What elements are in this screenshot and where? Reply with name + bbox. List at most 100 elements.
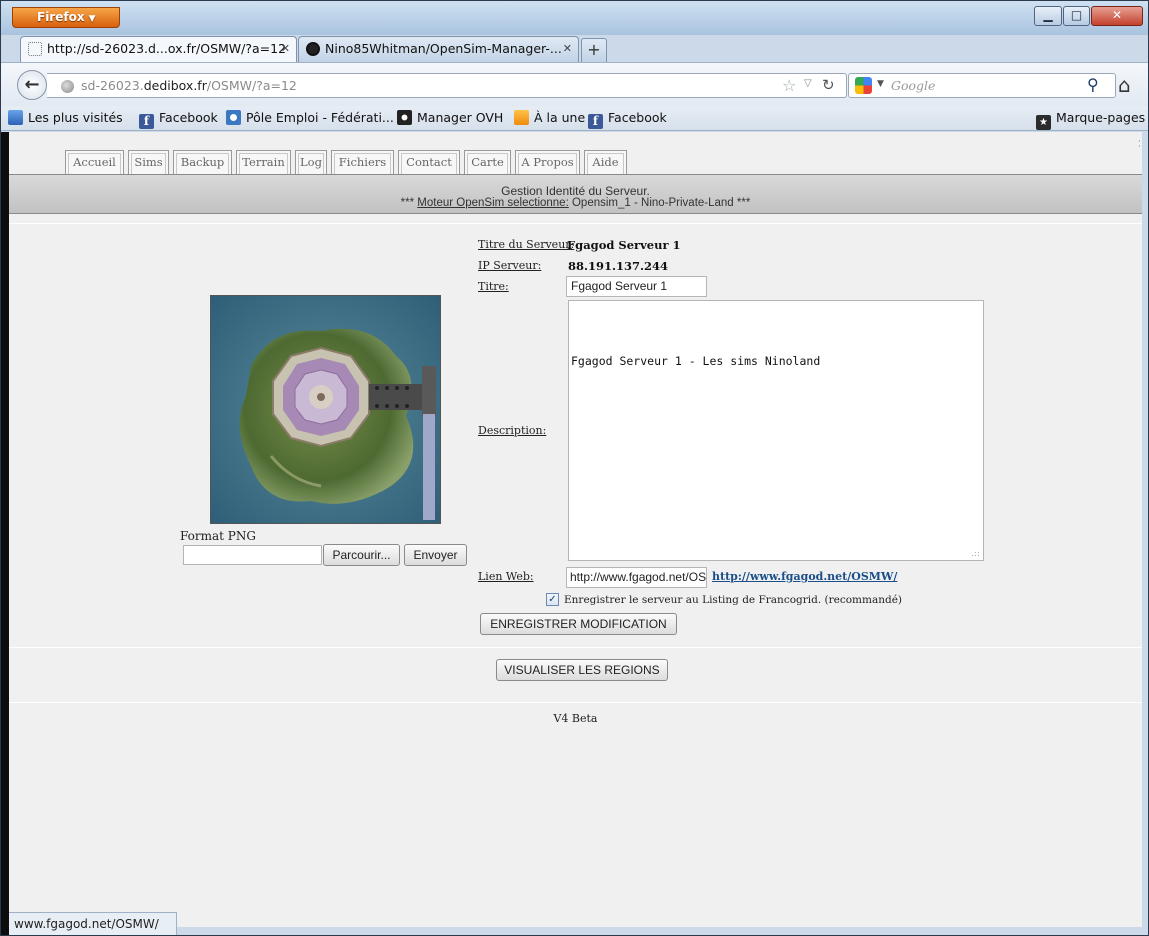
titre-label: Titre: xyxy=(478,280,509,293)
close-window-button[interactable]: ✕ xyxy=(1091,6,1143,26)
tab-github[interactable]: Nino85Whitman/OpenSim-Manager-... ✕ xyxy=(298,36,579,62)
selected-engine: *** Moteur OpenSim selectionne: Opensim_… xyxy=(9,197,1142,209)
menu-tab-contact[interactable]: Contact xyxy=(398,150,460,175)
engine-value: Opensim_1 - Nino-Private-Land xyxy=(571,197,734,209)
url-domain: dedibox.fr xyxy=(143,78,207,93)
menu-tab-accueil[interactable]: Accueil xyxy=(65,150,124,175)
close-tab-icon[interactable]: ✕ xyxy=(563,37,572,61)
pole-emploi-icon xyxy=(226,110,241,125)
tab-osmw[interactable]: http://sd-26023.d...ox.fr/OSMW/?a=12 ✕ xyxy=(20,36,297,62)
engine-label: Moteur OpenSim selectionne: xyxy=(417,197,569,209)
tab-strip: http://sd-26023.d...ox.fr/OSMW/?a=12 ✕ N… xyxy=(1,34,1148,62)
rss-icon xyxy=(514,110,529,125)
divider xyxy=(9,702,1142,703)
ip-value: 88.191.137.244 xyxy=(568,259,669,273)
firefox-menu-button[interactable]: Firefox ▼ xyxy=(12,7,120,28)
bookmarks-menu[interactable]: ★ Marque-pages xyxy=(1036,110,1145,130)
bookmarks-toolbar: Les plus visités f Facebook Pôle Emploi -… xyxy=(1,106,1148,131)
menu-tab-terrain[interactable]: Terrain xyxy=(236,150,291,175)
github-icon xyxy=(306,42,320,56)
menu-tab-carte[interactable]: Carte xyxy=(464,150,511,175)
bookmark-label: Pôle Emploi - Fédérati... xyxy=(246,110,394,125)
divider xyxy=(9,647,1142,648)
menu-tab-aide[interactable]: Aide xyxy=(584,150,627,175)
titre-input[interactable]: Fgagod Serveur 1 xyxy=(566,276,707,297)
view-regions-button[interactable]: VISUALISER LES REGIONS xyxy=(496,659,668,681)
google-icon[interactable] xyxy=(855,77,872,94)
listing-checkbox[interactable]: ✓ xyxy=(546,593,559,606)
listing-label: Enregistrer le serveur au Listing de Fra… xyxy=(564,594,903,606)
history-dropdown-icon[interactable]: ▽ xyxy=(804,78,812,89)
menu-tab-sims[interactable]: Sims xyxy=(128,150,169,175)
ovh-icon xyxy=(397,110,412,125)
menu-tab-fichiers[interactable]: Fichiers xyxy=(331,150,394,175)
search-bar[interactable]: ▼ Google ⚲ xyxy=(848,73,1116,98)
menu-tab-log[interactable]: Log xyxy=(295,150,327,175)
page-title: Gestion Identité du Serveur. xyxy=(501,184,650,198)
send-button[interactable]: Envoyer xyxy=(404,544,467,566)
maximize-button[interactable]: □ xyxy=(1063,6,1090,26)
url-prefix: sd-26023. xyxy=(81,78,144,93)
terrain-map-image xyxy=(210,295,441,524)
bookmark-ovh[interactable]: Manager OVH xyxy=(397,110,503,125)
chevron-down-icon: ▼ xyxy=(88,14,96,24)
new-tab-button[interactable]: + xyxy=(581,38,607,62)
divider xyxy=(9,223,1142,224)
web-link-input[interactable]: http://www.fgagod.net/OSMW/ xyxy=(566,567,707,588)
file-path-input[interactable] xyxy=(183,545,322,565)
bookmark-star-icon[interactable]: ☆ xyxy=(782,76,796,95)
island-picture xyxy=(211,296,440,523)
server-title-label: Titre du Serveur: xyxy=(478,238,575,251)
menu-tab-backup[interactable]: Backup xyxy=(173,150,232,175)
bookmark-label: Manager OVH xyxy=(417,110,504,125)
globe-icon xyxy=(61,80,74,93)
bookmark-facebook[interactable]: f Facebook xyxy=(139,110,218,129)
version-label: V4 Beta xyxy=(553,712,598,725)
status-bar: www.fgagod.net/OSMW/ xyxy=(9,912,177,935)
window-edge xyxy=(1,132,9,935)
web-link-label: Lien Web: xyxy=(478,570,534,583)
back-button[interactable]: ← xyxy=(17,70,47,100)
bookmark-facebook-2[interactable]: f Facebook xyxy=(588,110,667,129)
tab-title: Nino85Whitman/OpenSim-Manager-... xyxy=(325,41,562,56)
bookmark-a-la-une[interactable]: À la une xyxy=(514,110,585,125)
tab-title: http://sd-26023.d...ox.fr/OSMW/?a=12 xyxy=(47,41,287,56)
ip-label: IP Serveur: xyxy=(478,259,542,272)
url-text: sd-26023.dedibox.fr/OSMW/?a=12 xyxy=(81,78,297,93)
bookmarks-menu-label: Marque-pages xyxy=(1056,110,1146,125)
bookmark-pole-emploi[interactable]: Pôle Emploi - Fédérati... xyxy=(226,110,394,125)
resize-grip-icon[interactable]: .:: xyxy=(971,549,980,559)
banner-stars: *** xyxy=(400,197,415,209)
reload-icon[interactable]: ↻ xyxy=(822,76,835,94)
home-icon[interactable]: ⌂ xyxy=(1118,73,1131,97)
firefox-menu-label: Firefox xyxy=(37,10,85,24)
browse-button[interactable]: Parcourir... xyxy=(323,544,400,566)
navigation-bar: sd-26023.dedibox.fr/OSMW/?a=12 ☆ ▽ ↻ ← ▼… xyxy=(1,62,1148,106)
bookmark-label: Les plus visités xyxy=(28,110,123,125)
description-label: Description: xyxy=(478,424,547,437)
search-placeholder: Google xyxy=(891,78,936,93)
title-bar: Firefox ▼ ▁ □ ✕ xyxy=(1,1,1148,35)
description-text: Fgagod Serveur 1 - Les sims Ninoland xyxy=(571,354,821,368)
bookmark-blue-icon xyxy=(8,110,23,125)
bookmark-most-visited[interactable]: Les plus visités xyxy=(8,110,123,125)
url-path: /OSMW/?a=12 xyxy=(206,78,297,93)
format-label: Format PNG xyxy=(180,529,256,543)
chevron-down-icon[interactable]: ▼ xyxy=(877,79,884,89)
search-icon[interactable]: ⚲ xyxy=(1087,75,1099,94)
bookmarks-menu-icon: ★ xyxy=(1036,115,1051,130)
scroll-grip: · · xyxy=(1138,137,1141,152)
web-link[interactable]: http://www.fgagod.net/OSMW/ xyxy=(712,570,897,583)
description-textarea[interactable]: Fgagod Serveur 1 - Les sims Ninoland .:: xyxy=(568,300,984,561)
page-content: · · Accueil Sims Backup Terrain Log Fichi… xyxy=(9,132,1142,927)
menu-tab-a-propos[interactable]: A Propos xyxy=(515,150,580,175)
minimize-button[interactable]: ▁ xyxy=(1034,6,1062,26)
facebook-icon: f xyxy=(139,114,154,129)
browser-window: Firefox ▼ ▁ □ ✕ http://sd-26023.d...ox.fr… xyxy=(0,0,1149,936)
banner-stars: *** xyxy=(736,197,751,209)
server-title-value: Fgagod Serveur 1 xyxy=(567,238,681,252)
url-bar[interactable]: sd-26023.dedibox.fr/OSMW/?a=12 ☆ ▽ ↻ xyxy=(47,73,847,98)
arrow-left-icon: ← xyxy=(24,74,40,95)
save-modification-button[interactable]: ENREGISTRER MODIFICATION xyxy=(480,613,677,635)
close-tab-icon[interactable]: ✕ xyxy=(281,37,290,61)
